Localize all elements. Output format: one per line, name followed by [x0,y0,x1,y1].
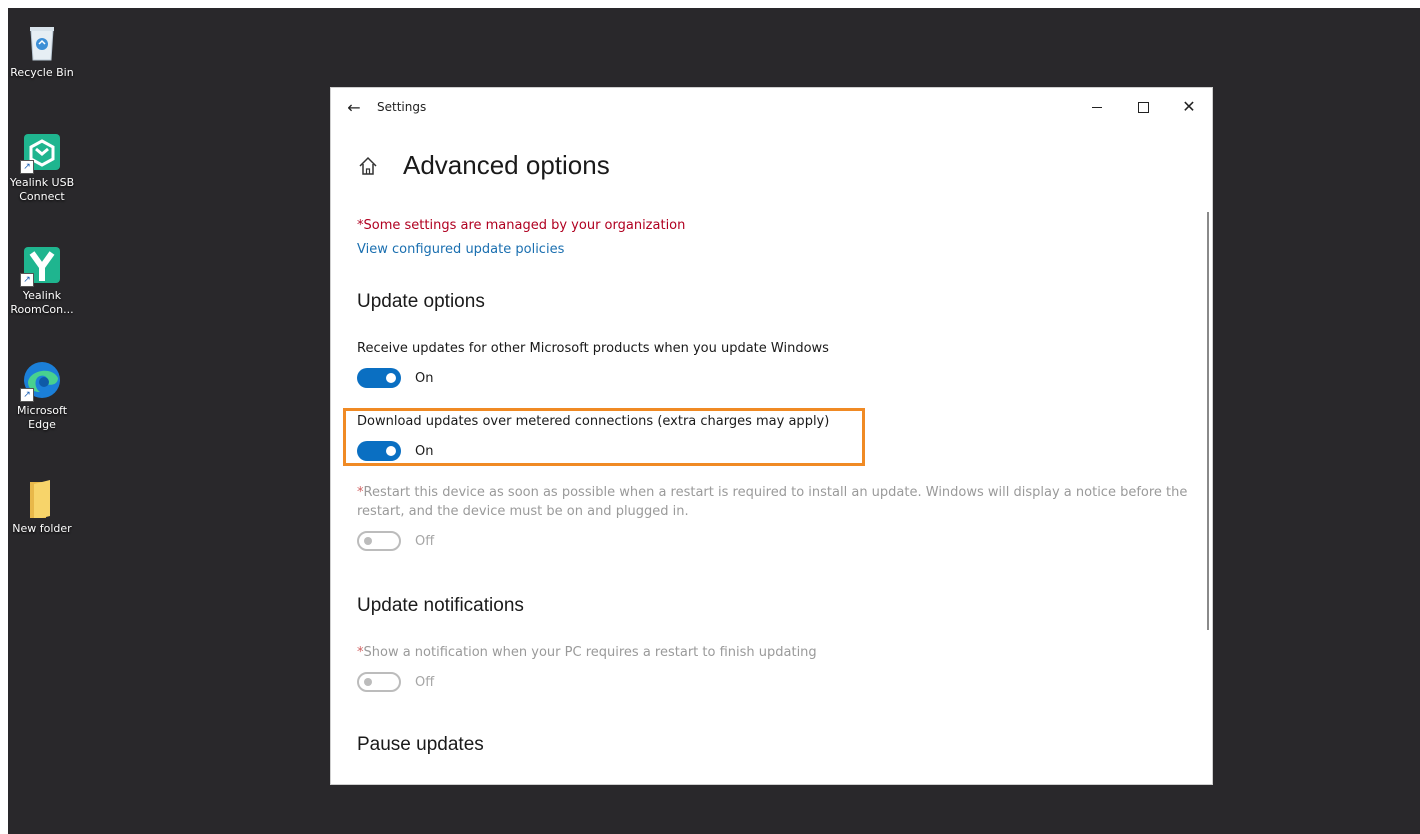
setting-restart-notification: *Show a notification when your PC requir… [357,643,1192,692]
update-notifications-heading: Update notifications [357,595,524,616]
recycle-bin-icon [22,22,62,62]
close-button[interactable]: ✕ [1166,88,1212,126]
settings-content: Advanced options *Some settings are mana… [357,126,1192,756]
maximize-icon [1137,101,1149,113]
metered-connections-toggle[interactable] [357,441,401,461]
title-bar[interactable]: ← Settings ✕ [331,88,1212,126]
toggle-row: Off [357,672,1192,692]
desktop-icon-label: Microsoft Edge [16,404,68,431]
toggle-row: On [357,441,1192,461]
desktop-icon-recycle-bin[interactable]: Recycle Bin [8,22,76,80]
close-icon: ✕ [1182,97,1196,116]
view-policies-link[interactable]: View configured update policies [357,242,1192,257]
toggle-state-label: On [415,443,434,459]
setting-label: *Show a notification when your PC requir… [357,643,1192,662]
desktop-icon-label: Recycle Bin [10,66,74,79]
maximize-button[interactable] [1120,88,1166,126]
toggle-knob [386,373,396,383]
organization-managed-note: *Some settings are managed by your organ… [357,218,686,233]
settings-window: ← Settings ✕ Advanced options *Some sett… [331,88,1212,784]
desktop-icon-label: New folder [12,522,72,535]
restart-asap-toggle [357,531,401,551]
update-options-heading: Update options [357,291,485,312]
shortcut-arrow-icon: ↗ [20,273,34,287]
toggle-knob [364,678,372,686]
setting-metered-connections: Download updates over metered connection… [357,412,1192,461]
setting-label: Download updates over metered connection… [357,414,830,429]
toggle-state-label: Off [415,533,435,549]
setting-other-products: Receive updates for other Microsoft prod… [357,339,1192,388]
toggle-row: Off [357,531,1192,551]
yealink-usb-connect-icon: ↗ [20,132,62,174]
desktop-icon-microsoft-edge[interactable]: ↗ Microsoft Edge [8,360,76,432]
desktop-icon-label: Yealink USB Connect [9,176,75,203]
yealink-roomconnect-icon: ↗ [20,245,62,287]
toggle-state-label: Off [415,674,435,690]
toggle-state-label: On [415,370,434,386]
minimize-button[interactable] [1074,88,1120,126]
page-header: Advanced options [357,150,1192,181]
restart-notification-toggle [357,672,401,692]
setting-label-text: Show a notification when your PC require… [363,645,817,660]
setting-label-text: Restart this device as soon as possible … [357,485,1188,519]
home-icon[interactable] [357,155,379,177]
back-button[interactable]: ← [331,88,377,126]
setting-restart-asap: *Restart this device as soon as possible… [357,483,1192,551]
toggle-row: On [357,368,1192,388]
folder-icon [22,478,62,520]
desktop-icon-new-folder[interactable]: New folder [8,478,76,536]
app-title: Settings [377,100,427,114]
desktop-icon-yealink-roomconnect[interactable]: ↗ Yealink RoomCon... [8,245,76,317]
desktop-icon-yealink-usb-connect[interactable]: ↗ Yealink USB Connect [8,132,76,204]
edge-icon: ↗ [20,360,62,402]
toggle-knob [364,537,372,545]
other-products-toggle[interactable] [357,368,401,388]
toggle-knob [386,446,396,456]
page-title: Advanced options [403,150,610,180]
scrollbar[interactable] [1207,212,1209,630]
shortcut-arrow-icon: ↗ [20,160,34,174]
setting-label: *Restart this device as soon as possible… [357,483,1192,521]
shortcut-arrow-icon: ↗ [20,388,34,402]
minimize-icon [1092,106,1102,108]
back-arrow-icon: ← [347,97,361,117]
setting-label: Receive updates for other Microsoft prod… [357,341,829,356]
desktop-icon-label: Yealink RoomCon... [10,289,74,316]
window-controls: ✕ [1074,88,1212,126]
pause-updates-heading: Pause updates [357,734,484,755]
